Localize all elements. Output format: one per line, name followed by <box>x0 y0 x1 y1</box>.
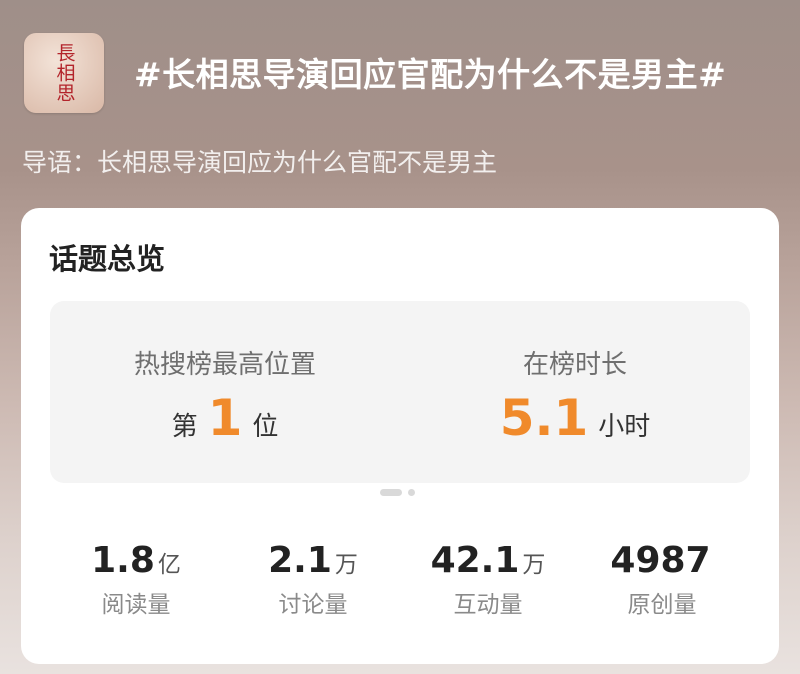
highlight-suffix: 位 <box>252 412 279 442</box>
stat-unit: 万 <box>334 552 358 578</box>
highlight-value-row: 5.1 小时 <box>400 393 750 443</box>
highlight-value: 5.1 <box>499 389 589 447</box>
highlight-value-row: 第 1 位 <box>50 393 400 443</box>
highlight-carousel[interactable]: 热搜榜最高位置 第 1 位 在榜时长 5.1 小时 <box>50 301 750 483</box>
highlight-duration: 在榜时长 5.1 小时 <box>400 301 750 483</box>
stat-read-count: 1.8 亿 阅读量 <box>46 540 226 619</box>
highlight-value: 1 <box>207 389 243 447</box>
overview-card: 话题总览 热搜榜最高位置 第 1 位 在榜时长 5.1 小时 1.8 亿 阅读量… <box>21 208 779 664</box>
stat-label: 讨论量 <box>278 592 348 618</box>
stat-value: 2.1 <box>268 540 332 581</box>
stat-value: 42.1 <box>430 540 520 581</box>
pager-dot-active[interactable] <box>380 489 402 496</box>
stat-original-count: 4987 原创量 <box>572 540 752 619</box>
stat-label: 互动量 <box>453 592 523 618</box>
highlight-hot-rank: 热搜榜最高位置 第 1 位 <box>50 301 400 483</box>
topic-title: #长相思导演回应官配为什么不是男主# <box>134 55 727 94</box>
highlight-label: 在榜时长 <box>522 350 627 380</box>
stat-value: 1.8 <box>91 540 155 581</box>
topic-intro: 导语：长相思导演回应为什么官配不是男主 <box>22 148 498 177</box>
pager-dot[interactable] <box>408 489 415 496</box>
stat-interaction-count: 42.1 万 互动量 <box>398 540 578 619</box>
highlight-suffix: 小时 <box>598 412 651 442</box>
highlight-prefix: 第 <box>171 412 198 442</box>
highlight-label: 热搜榜最高位置 <box>133 350 316 380</box>
stat-discussion-count: 2.1 万 讨论量 <box>223 540 403 619</box>
stat-label: 原创量 <box>627 592 697 618</box>
stat-label: 阅读量 <box>101 592 171 618</box>
stats-row: 1.8 亿 阅读量 2.1 万 讨论量 42.1 万 互动量 4987 原创量 <box>21 540 779 630</box>
carousel-pager[interactable] <box>380 489 415 496</box>
stat-value: 4987 <box>610 540 711 581</box>
overview-title: 话题总览 <box>49 242 166 276</box>
stat-unit: 亿 <box>157 552 181 578</box>
stat-unit: 万 <box>522 552 546 578</box>
topic-cover-image[interactable]: 長相思 <box>24 33 104 113</box>
cover-logo-text: 長相思 <box>53 43 76 103</box>
